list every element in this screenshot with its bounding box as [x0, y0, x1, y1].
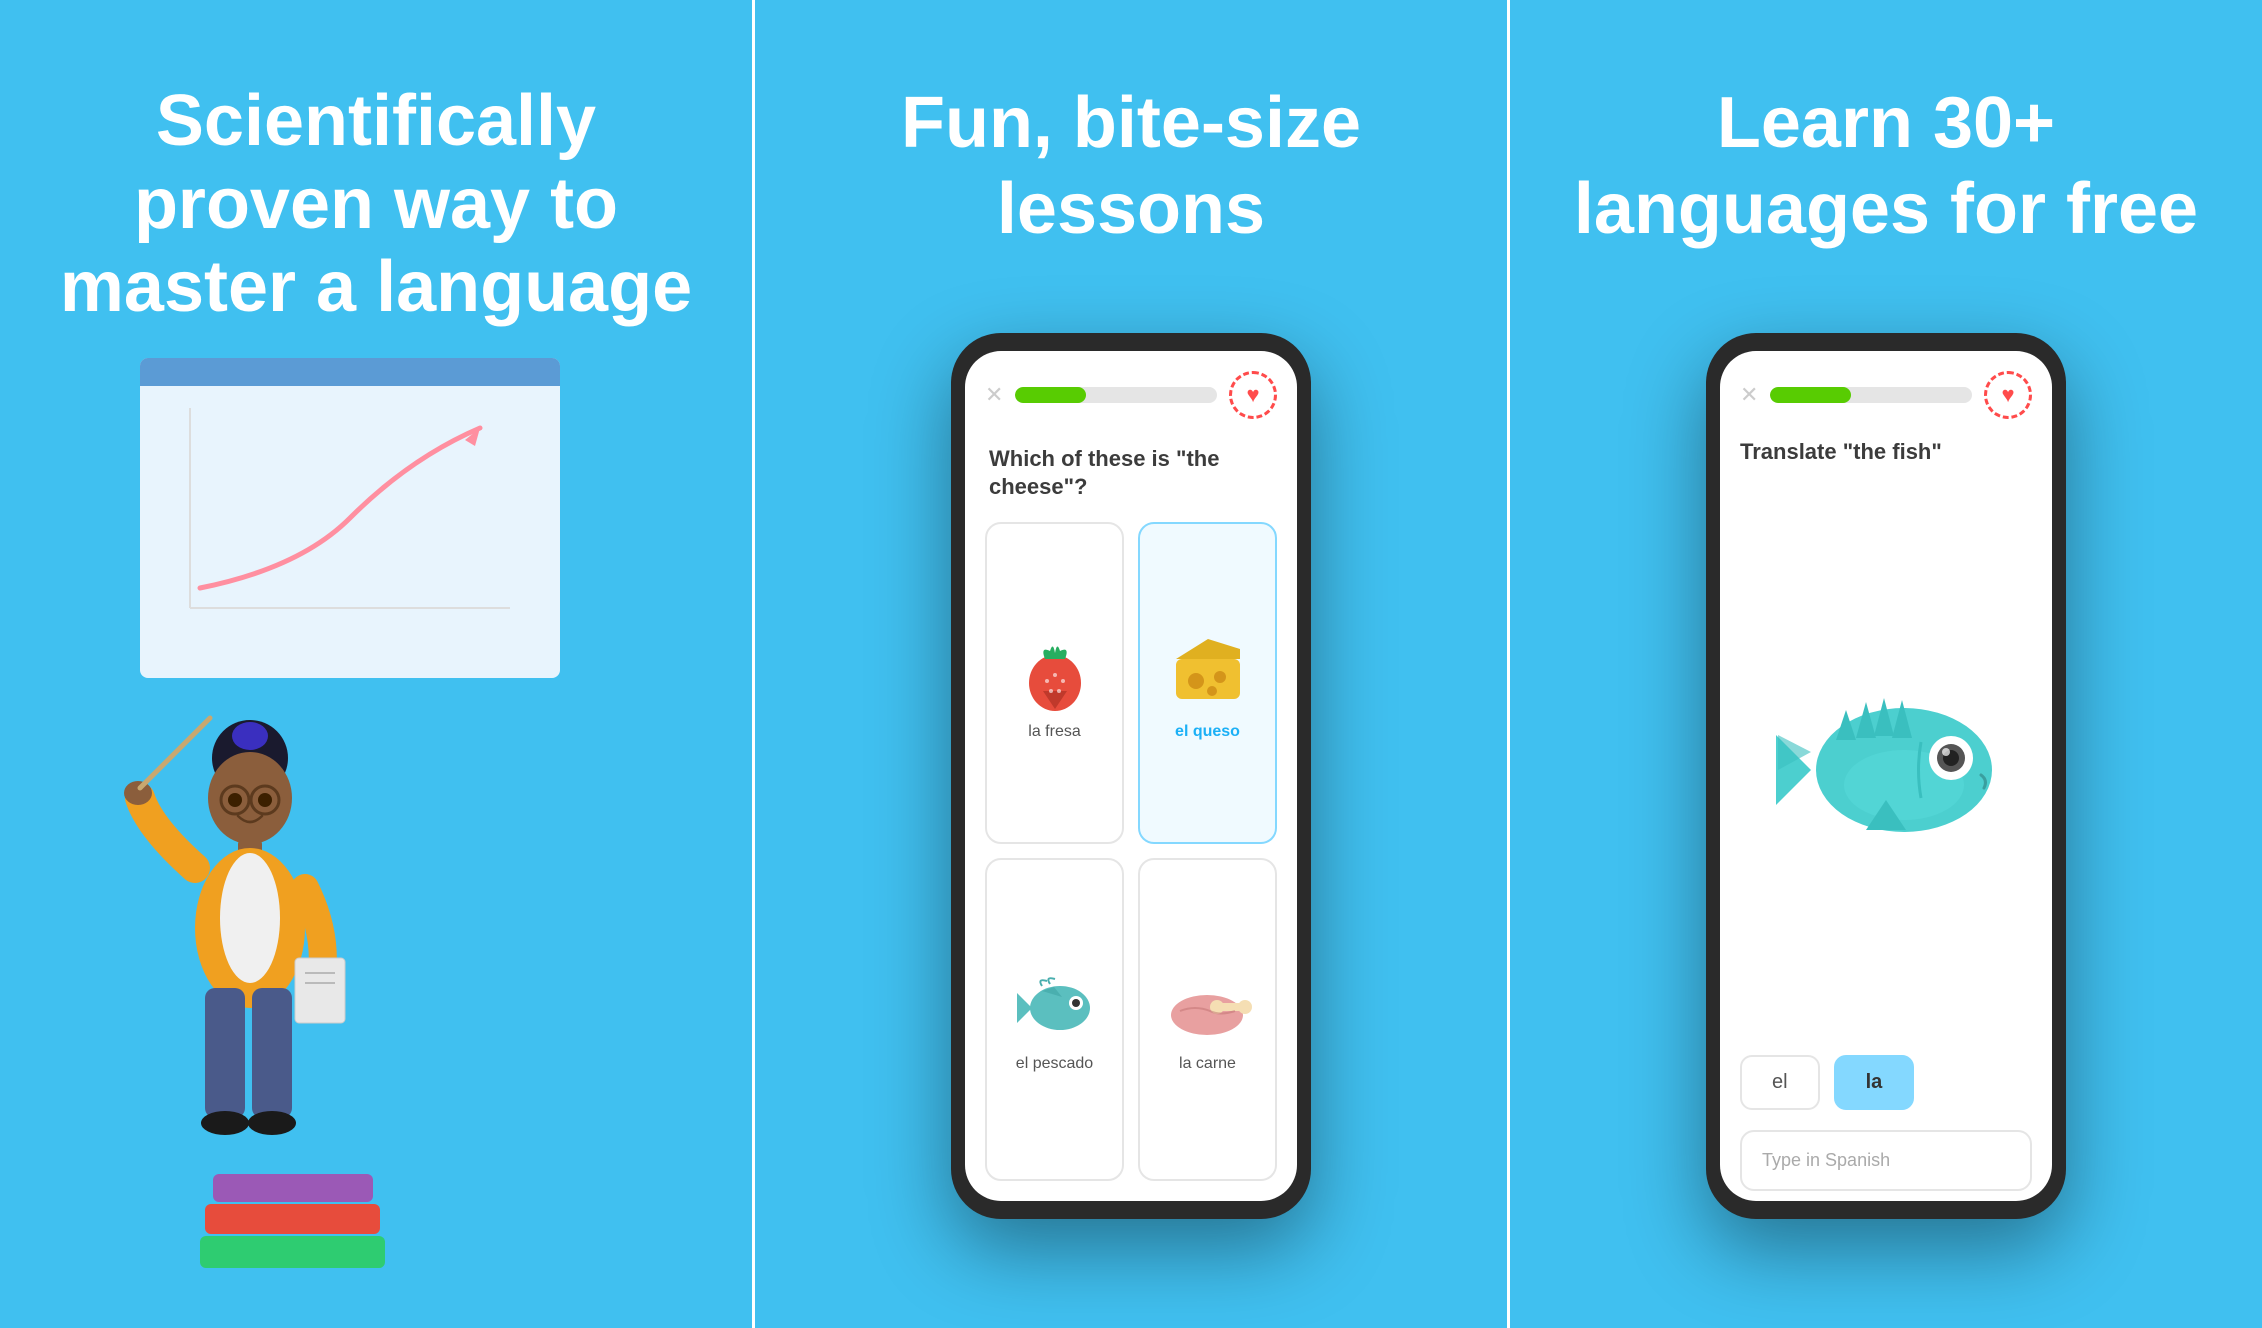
close-icon-2[interactable]: ✕: [1740, 382, 1758, 408]
options-grid: la fresa el queso: [965, 522, 1297, 1201]
phone-mockup-1: ✕ ♥ Which of these is "the cheese"?: [951, 333, 1311, 1219]
progress-bar-fill: [1015, 387, 1086, 403]
option-label-strawberry: la fresa: [1028, 723, 1080, 741]
translate-content: Translate "the fish": [1720, 429, 2052, 1201]
word-chips: el la: [1740, 1055, 2032, 1110]
panel-3: Learn 30+ languages for free ✕ ♥ Transla…: [1510, 0, 2262, 1328]
phone-header-1: ✕ ♥: [965, 351, 1297, 429]
option-card-meat[interactable]: la carne: [1138, 858, 1277, 1180]
teacher-area: [40, 328, 712, 1268]
panel3-title: Learn 30+ languages for free: [1550, 80, 2222, 253]
panel-1: Scientifically proven way to master a la…: [0, 0, 752, 1328]
translate-question: Translate "the fish": [1740, 439, 2032, 465]
option-label-carne: la carne: [1179, 1055, 1236, 1073]
fish-card-icon: [1012, 973, 1097, 1043]
whiteboard: [140, 358, 560, 678]
type-spanish-input[interactable]: Type in Spanish: [1740, 1130, 2032, 1191]
chip-el[interactable]: el: [1740, 1055, 1820, 1110]
option-card-cheese[interactable]: el queso: [1138, 522, 1277, 844]
option-label-cheese: el queso: [1175, 723, 1240, 741]
phone-header-2: ✕ ♥: [1720, 351, 2052, 429]
progress-bar-bg: [1015, 387, 1217, 403]
phone-screen-1: ✕ ♥ Which of these is "the cheese"?: [965, 351, 1297, 1201]
cheese-icon: [1168, 631, 1248, 711]
strawberry-icon: [1015, 631, 1095, 711]
phone-screen-2: ✕ ♥ Translate "the fish": [1720, 351, 2052, 1201]
progress-bar-bg-2: [1770, 387, 1972, 403]
panel1-title: Scientifically proven way to master a la…: [40, 80, 712, 328]
panel-2: Fun, bite-size lessons ✕ ♥ Which of thes…: [755, 0, 1507, 1328]
meat-icon: [1165, 973, 1250, 1043]
close-icon[interactable]: ✕: [985, 382, 1003, 408]
phone-mockup-2: ✕ ♥ Translate "the fish": [1706, 333, 2066, 1219]
fish-illustration: [1740, 485, 2032, 1055]
option-card-fish[interactable]: el pescado: [985, 858, 1124, 1180]
panel2-title: Fun, bite-size lessons: [795, 80, 1467, 253]
books-stack: [200, 1174, 385, 1268]
option-card-strawberry[interactable]: la fresa: [985, 522, 1124, 844]
progress-bar-fill-2: [1770, 387, 1851, 403]
whiteboard-top: [140, 358, 560, 386]
quiz-question: Which of these is "the cheese"?: [965, 429, 1297, 522]
heart-badge-2: ♥: [1984, 371, 2032, 419]
chip-la[interactable]: la: [1834, 1055, 1915, 1110]
fish-main-icon: [1766, 680, 2006, 860]
heart-badge: ♥: [1229, 371, 1277, 419]
option-label-pescado: el pescado: [1016, 1055, 1093, 1073]
